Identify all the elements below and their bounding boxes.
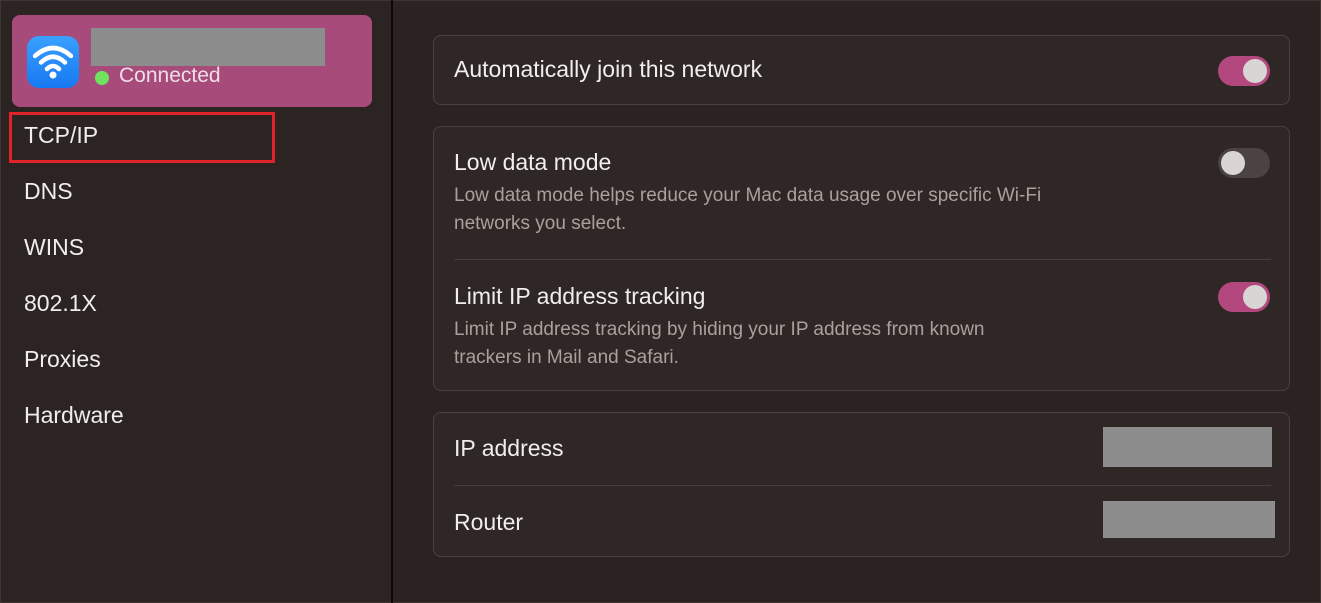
auto-join-card: Automatically join this network xyxy=(433,35,1290,105)
sidebar-item-tcpip[interactable]: TCP/IP xyxy=(24,120,98,150)
sidebar: Connected TCP/IP DNS WINS 802.1X Proxies… xyxy=(1,1,391,602)
low-data-description: Low data mode helps reduce your Mac data… xyxy=(454,182,1214,238)
limit-ip-description-line2: trackers in Mail and Safari. xyxy=(454,347,679,368)
network-name-redacted xyxy=(91,28,325,66)
limit-ip-description-line1: Limit IP address tracking by hiding your… xyxy=(454,319,985,340)
privacy-card: Low data mode Low data mode helps reduce… xyxy=(433,126,1290,391)
auto-join-toggle[interactable] xyxy=(1218,56,1270,86)
connection-status: Connected xyxy=(119,64,221,87)
low-data-description-line1: Low data mode helps reduce your Mac data… xyxy=(454,185,1042,206)
limit-ip-toggle[interactable] xyxy=(1218,282,1270,312)
sidebar-item-8021x[interactable]: 802.1X xyxy=(24,288,97,318)
ip-address-value-redacted xyxy=(1103,427,1272,467)
router-value-redacted xyxy=(1103,501,1275,538)
low-data-toggle[interactable] xyxy=(1218,148,1270,178)
limit-ip-label: Limit IP address tracking xyxy=(454,283,706,309)
pane-divider xyxy=(391,0,393,603)
connected-status-dot xyxy=(95,71,109,85)
toggle-knob xyxy=(1243,285,1267,309)
network-card[interactable]: Connected xyxy=(12,15,372,107)
auto-join-label: Automatically join this network xyxy=(454,56,763,82)
toggle-knob xyxy=(1221,151,1245,175)
address-card: IP address Router xyxy=(433,412,1290,557)
router-label: Router xyxy=(454,509,524,535)
sidebar-item-proxies[interactable]: Proxies xyxy=(24,344,101,374)
row-separator xyxy=(454,259,1271,260)
limit-ip-description: Limit IP address tracking by hiding your… xyxy=(454,316,1214,372)
sidebar-item-dns[interactable]: DNS xyxy=(24,176,73,206)
toggle-knob xyxy=(1243,59,1267,83)
row-separator xyxy=(454,485,1271,486)
ip-address-label: IP address xyxy=(454,435,564,461)
low-data-label: Low data mode xyxy=(454,149,612,175)
sidebar-item-wins[interactable]: WINS xyxy=(24,232,84,262)
low-data-description-line2: networks you select. xyxy=(454,213,627,234)
wifi-icon xyxy=(27,36,79,88)
sidebar-item-hardware[interactable]: Hardware xyxy=(24,400,124,430)
